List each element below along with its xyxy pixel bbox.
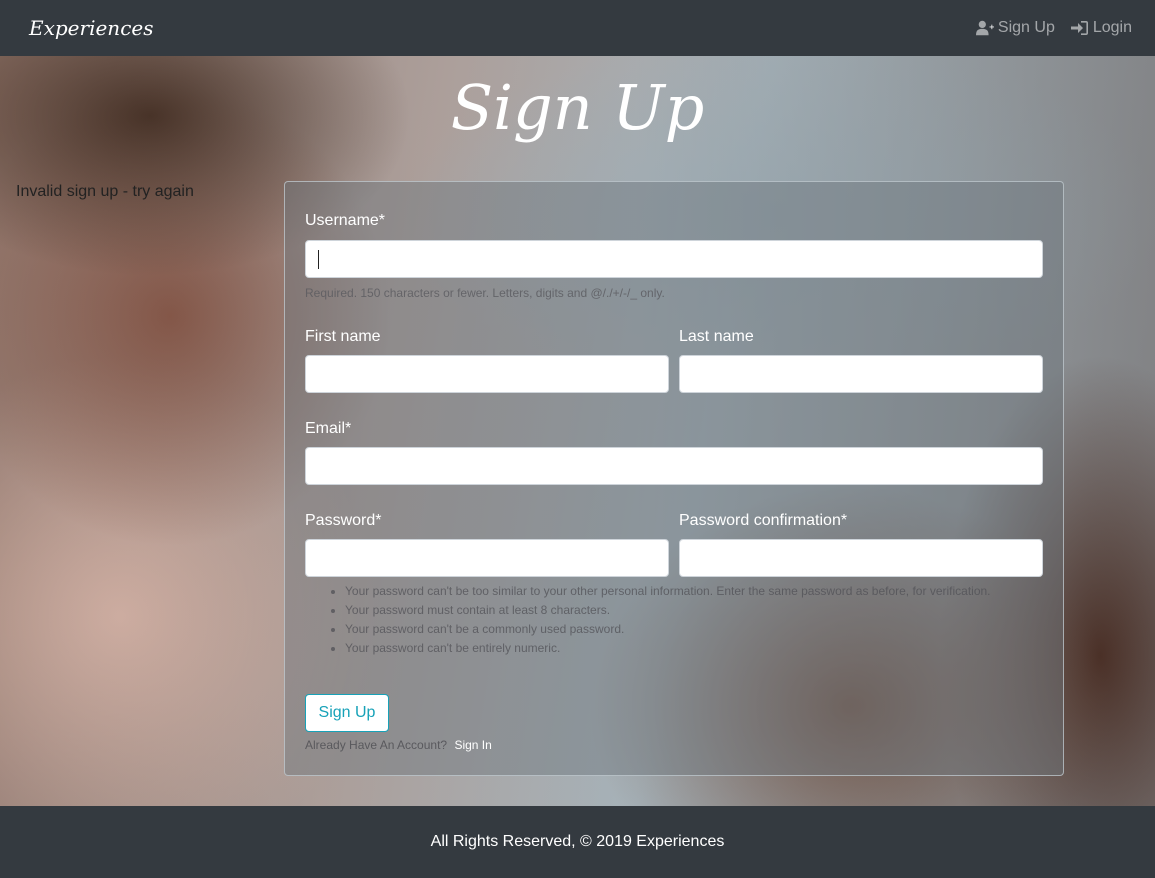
password-confirm-input[interactable] <box>679 539 1043 577</box>
hero-background: Sign Up Invalid sign up - try again User… <box>0 56 1155 806</box>
password-label: Password* <box>305 512 382 529</box>
text-cursor <box>318 250 319 269</box>
signin-link[interactable]: Sign In <box>454 738 491 752</box>
email-input[interactable] <box>305 447 1043 485</box>
signup-submit-button[interactable]: Sign Up <box>305 694 389 732</box>
brand-logo[interactable]: Experiences <box>29 16 154 40</box>
first-name-input[interactable] <box>305 355 669 393</box>
nav-signup-link[interactable]: Sign Up <box>975 19 1055 37</box>
password-input[interactable] <box>305 539 669 577</box>
have-account-text: Already Have An Account? <box>305 738 448 752</box>
username-input[interactable] <box>305 240 1043 278</box>
password-rule: Your password can't be a commonly used p… <box>345 620 1025 639</box>
username-help-text: Required. 150 characters or fewer. Lette… <box>305 286 665 300</box>
password-rule: Your password can't be entirely numeric. <box>345 639 1025 658</box>
username-label: Username* <box>305 212 386 229</box>
password-rule: Your password can't be too similar to yo… <box>345 582 1025 601</box>
nav-signup-label: Sign Up <box>997 19 1055 36</box>
signin-prompt: Already Have An Account? Sign In <box>305 738 492 752</box>
first-name-label: First name <box>305 328 381 345</box>
footer: All Rights Reserved, © 2019 Experiences <box>0 806 1155 878</box>
sign-in-icon <box>1070 21 1088 35</box>
navbar: Experiences Sign Up Login <box>0 0 1155 56</box>
email-label: Email* <box>305 420 352 437</box>
nav-login-link[interactable]: Login <box>1070 19 1132 37</box>
page-title: Sign Up <box>450 71 705 144</box>
nav-login-label: Login <box>1092 19 1132 36</box>
nav-links: Sign Up Login <box>975 19 1132 37</box>
password-rule: Your password must contain at least 8 ch… <box>345 601 1025 620</box>
footer-text: All Rights Reserved, © 2019 Experiences <box>430 833 725 850</box>
error-message: Invalid sign up - try again <box>16 183 194 200</box>
user-plus-icon <box>975 20 994 36</box>
last-name-input[interactable] <box>679 355 1043 393</box>
last-name-label: Last name <box>679 328 754 345</box>
signup-form-card: Username* Required. 150 characters or fe… <box>284 181 1064 776</box>
password-confirm-label: Password confirmation* <box>679 512 848 529</box>
password-rules-list: Your password can't be too similar to yo… <box>345 582 1025 658</box>
